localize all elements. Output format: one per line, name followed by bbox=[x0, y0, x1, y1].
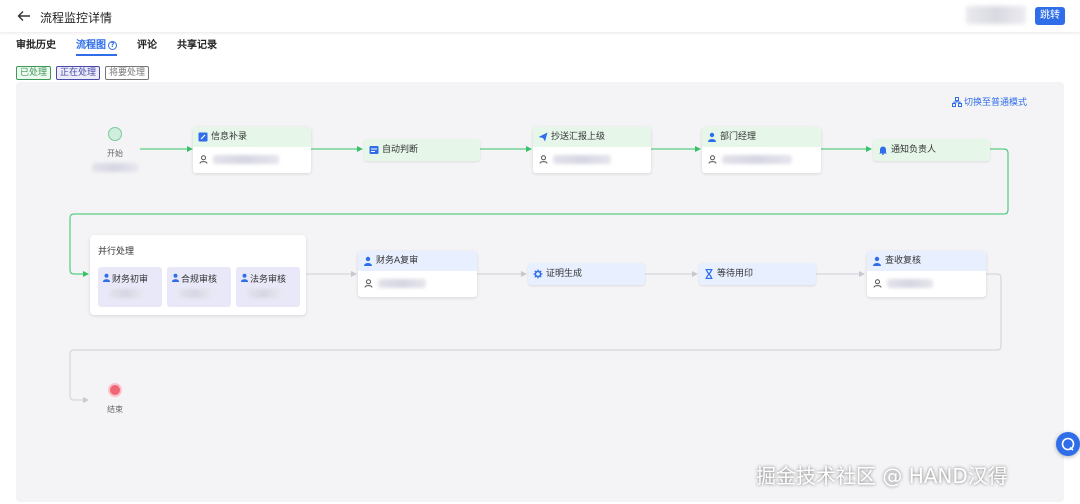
start-node[interactable] bbox=[108, 127, 122, 141]
node-label: 通知负责人 bbox=[891, 145, 937, 155]
node-info-entry[interactable]: 信息补录 bbox=[193, 127, 311, 173]
sub-node-legal[interactable]: 法务审核 bbox=[236, 267, 300, 307]
node-notify-owner[interactable]: 通知负责人 bbox=[873, 139, 990, 161]
rule-icon bbox=[369, 146, 379, 154]
status-legend: 已处理 正在处理 将要处理 bbox=[16, 66, 150, 80]
switch-mode-link[interactable]: 切换至普通模式 bbox=[952, 95, 1027, 108]
node-label: 抄送汇报上级 bbox=[551, 132, 606, 142]
assignee-blurred bbox=[553, 155, 611, 164]
end-node[interactable] bbox=[108, 383, 122, 397]
start-label: 开始 bbox=[107, 149, 123, 158]
node-label: 自动判断 bbox=[382, 145, 419, 155]
help-icon[interactable]: ? bbox=[108, 41, 117, 50]
node-label: 财务A复审 bbox=[376, 256, 419, 266]
tab-flow-chart-label: 流程图 bbox=[76, 40, 106, 51]
legend-todo: 将要处理 bbox=[105, 66, 150, 80]
assignee-blurred bbox=[378, 279, 426, 288]
node-wait-seal[interactable]: 等待用印 bbox=[699, 263, 816, 285]
top-bar: 流程监控详情 跳转 bbox=[0, 0, 1080, 32]
node-label: 等待用印 bbox=[717, 269, 754, 279]
assignee-blurred bbox=[887, 279, 933, 288]
node-receipt-review[interactable]: 查收复核 bbox=[867, 251, 986, 297]
start-time-blurred bbox=[92, 163, 138, 172]
user-icon bbox=[873, 256, 881, 266]
assignee-blurred bbox=[213, 155, 279, 164]
user-icon bbox=[240, 273, 249, 282]
node-label: 证明生成 bbox=[546, 269, 583, 279]
person-icon bbox=[873, 279, 882, 288]
gear-icon bbox=[533, 269, 543, 279]
sub-node-label: 合规审核 bbox=[181, 275, 218, 285]
tab-flow-chart[interactable]: 流程图? bbox=[76, 36, 117, 56]
sub-node-label: 法务审核 bbox=[250, 275, 287, 285]
user-icon bbox=[171, 273, 180, 282]
node-cc-superior[interactable]: 抄送汇报上级 bbox=[533, 127, 651, 173]
user-icon bbox=[102, 273, 111, 282]
node-label: 信息补录 bbox=[211, 132, 248, 142]
assignee-blurred bbox=[179, 289, 211, 298]
send-icon bbox=[538, 132, 548, 142]
node-label: 部门经理 bbox=[720, 132, 757, 142]
page-title: 流程监控详情 bbox=[40, 11, 113, 25]
chat-assistant-button[interactable] bbox=[1056, 432, 1080, 456]
node-auto-judge[interactable]: 自动判断 bbox=[364, 139, 480, 161]
assignee-blurred bbox=[248, 289, 280, 298]
node-label: 查收复核 bbox=[885, 256, 922, 266]
legend-doing: 正在处理 bbox=[56, 66, 101, 80]
edit-icon bbox=[198, 132, 208, 142]
back-arrow-icon[interactable] bbox=[16, 8, 32, 24]
parallel-title: 并行处理 bbox=[98, 247, 135, 257]
person-icon bbox=[708, 155, 717, 164]
sub-node-label: 财务初审 bbox=[112, 275, 149, 285]
assignee-blurred bbox=[110, 289, 142, 298]
user-icon bbox=[708, 132, 716, 142]
watermark: 掘金技术社区 @ HAND汉得 bbox=[756, 464, 1008, 488]
person-icon bbox=[364, 279, 373, 288]
hourglass-icon bbox=[705, 269, 713, 279]
assignee-blurred bbox=[722, 155, 792, 164]
tab-comments[interactable]: 评论 bbox=[137, 36, 157, 56]
node-certificate-generation[interactable]: 证明生成 bbox=[528, 263, 645, 285]
node-dept-manager[interactable]: 部门经理 bbox=[702, 127, 821, 173]
chat-icon bbox=[1061, 437, 1075, 451]
sub-node-finance-initial[interactable]: 财务初审 bbox=[98, 267, 162, 307]
sub-node-compliance[interactable]: 合规审核 bbox=[167, 267, 231, 307]
person-icon bbox=[199, 155, 208, 164]
tab-bar: 审批历史 流程图? 评论 共享记录 bbox=[16, 36, 237, 56]
person-icon bbox=[539, 155, 548, 164]
bell-icon bbox=[879, 146, 887, 155]
user-icon bbox=[364, 256, 372, 266]
node-finance-a-review[interactable]: 财务A复审 bbox=[358, 251, 477, 297]
legend-done: 已处理 bbox=[16, 66, 52, 80]
jump-button[interactable]: 跳转 bbox=[1035, 7, 1065, 25]
hierarchy-icon bbox=[952, 97, 962, 107]
end-label: 结束 bbox=[107, 405, 123, 414]
user-info-blurred bbox=[966, 6, 1026, 24]
node-parallel[interactable]: 并行处理 财务初审 合规审核 法务审核 bbox=[90, 235, 306, 315]
tab-share-records[interactable]: 共享记录 bbox=[177, 36, 217, 56]
switch-mode-label: 切换至普通模式 bbox=[964, 98, 1028, 108]
tab-approval-history[interactable]: 审批历史 bbox=[16, 36, 56, 56]
